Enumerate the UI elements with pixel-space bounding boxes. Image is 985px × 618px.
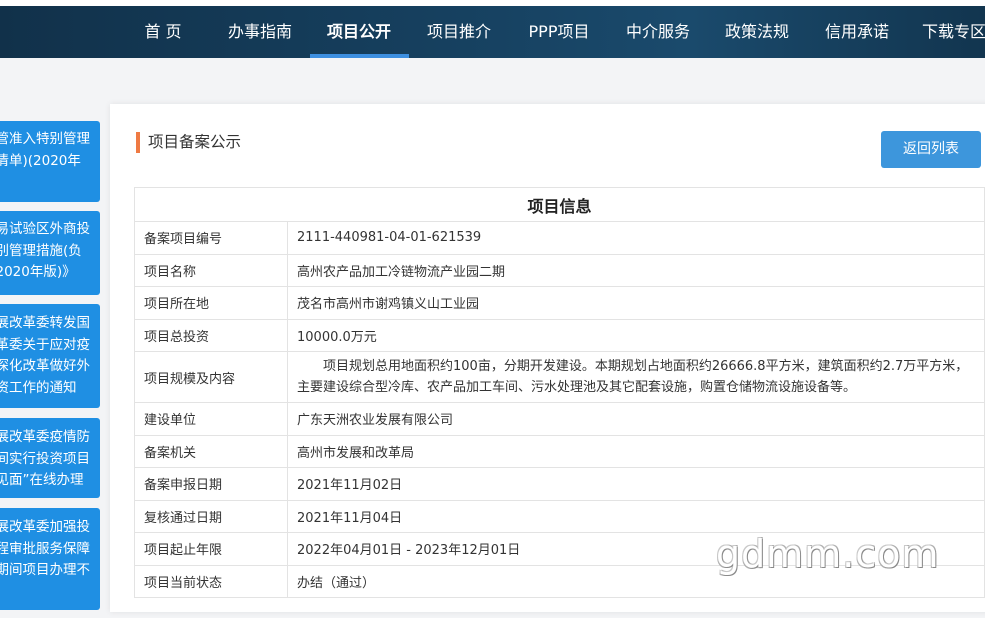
table-row: 备案机关 高州市发展和改革局	[134, 434, 985, 468]
sidebar-item-line: 清单)(2020年	[0, 152, 81, 169]
table-row: 项目总投资 10000.0万元	[134, 318, 985, 352]
top-nav-bar: 首 页 办事指南 项目公开 项目推介 PPP项目 中介服务 政策法规 信用承诺 …	[0, 0, 985, 58]
table-row: 备案项目编号 2111-440981-04-01-621539	[134, 221, 985, 255]
row-value: 高州市发展和改革局	[287, 434, 985, 468]
table-row: 建设单位 广东天洲农业发展有限公司	[134, 402, 985, 436]
row-key: 项目规模及内容	[134, 351, 288, 403]
row-key: 建设单位	[134, 402, 288, 436]
row-value: 广东天洲农业发展有限公司	[287, 402, 985, 436]
nav-item-project-promo[interactable]: 项目推介	[425, 6, 493, 58]
row-key: 备案机关	[134, 434, 288, 468]
sidebar-item-2[interactable]: 易试验区外商投 别管理措施(负 2020年版)》	[0, 211, 100, 295]
sidebar-item-1[interactable]: 管准入特别管理 清单)(2020年	[0, 121, 100, 202]
nav-item-download[interactable]: 下载专区	[922, 6, 985, 58]
sidebar-item-line: 易试验区外商投	[0, 221, 90, 237]
row-value: 高州农产品加工冷链物流产业园二期	[287, 253, 985, 287]
site-watermark: gdmm.com	[716, 532, 940, 576]
row-value: 2021年11月02日	[287, 467, 985, 501]
sidebar-item-line: 展改革委转发国	[0, 315, 90, 331]
sidebar-item-line: 别管理措施(负	[0, 242, 82, 259]
row-key: 项目所在地	[134, 286, 288, 320]
sidebar-item-line: 期间项目办理不	[0, 562, 90, 578]
title-accent-bar	[136, 132, 140, 153]
sidebar-item-line: 展改革委疫情防	[0, 429, 90, 445]
sidebar-item-line: 间实行投资项目	[0, 450, 90, 467]
nav-item-ppp[interactable]: PPP项目	[526, 6, 592, 58]
sidebar-item-line: 深化改革做好外	[0, 358, 90, 374]
table-row: 项目所在地 茂名市高州市谢鸡镇义山工业园	[134, 286, 985, 320]
row-value: 2021年11月04日	[287, 499, 985, 533]
sidebar-item-line: 革委关于应对疫	[0, 336, 90, 353]
sidebar-item-line: 见面”在线办理	[0, 472, 84, 488]
row-key: 项目名称	[134, 253, 288, 287]
nav-item-agency[interactable]: 中介服务	[624, 6, 692, 58]
table-row: 项目名称 高州农产品加工冷链物流产业园二期	[134, 253, 985, 287]
nav-active-indicator	[310, 54, 409, 58]
sidebar-item-line: 2020年版)》	[0, 264, 76, 280]
table-row: 项目规模及内容 项目规划总用地面积约100亩，分期开发建设。本期规划占地面积约2…	[134, 351, 985, 403]
sidebar-item-line: 展改革委加强投	[0, 519, 90, 535]
nav-item-project-public[interactable]: 项目公开	[325, 6, 393, 58]
nav-item-policy[interactable]: 政策法规	[723, 6, 791, 58]
row-key: 复核通过日期	[134, 499, 288, 533]
row-key: 备案项目编号	[134, 221, 288, 255]
sidebar-item-line: 资工作的通知	[0, 379, 77, 396]
row-value: 10000.0万元	[287, 318, 985, 352]
card-title: 项目备案公示	[148, 133, 242, 151]
row-value: 2111-440981-04-01-621539	[287, 221, 985, 255]
sidebar-item-4[interactable]: 展改革委疫情防 间实行投资项目 见面”在线办理	[0, 418, 100, 498]
table-row: 复核通过日期 2021年11月04日	[134, 499, 985, 533]
table-row: 备案申报日期 2021年11月02日	[134, 467, 985, 501]
nav-item-guide[interactable]: 办事指南	[226, 6, 294, 58]
row-key: 项目当前状态	[134, 564, 288, 598]
row-value: 茂名市高州市谢鸡镇义山工业园	[287, 286, 985, 320]
sidebar-item-line: 管准入特别管理	[0, 131, 90, 147]
sidebar-item-5[interactable]: 展改革委加强投 程审批服务保障 期间项目办理不	[0, 508, 100, 610]
row-value: 项目规划总用地面积约100亩，分期开发建设。本期规划占地面积约26666.8平方…	[287, 351, 985, 403]
row-key: 项目总投资	[134, 318, 288, 352]
row-key: 项目起止年限	[134, 532, 288, 566]
sidebar-item-line: 程审批服务保障	[0, 540, 90, 557]
nav-item-credit[interactable]: 信用承诺	[823, 6, 891, 58]
table-header: 项目信息	[134, 187, 985, 222]
row-key: 备案申报日期	[134, 467, 288, 501]
nav-item-home[interactable]: 首 页	[143, 6, 183, 58]
table-header-row: 项目信息	[134, 187, 985, 222]
back-to-list-button[interactable]: 返回列表	[881, 131, 981, 168]
sidebar-item-3[interactable]: 展改革委转发国 革委关于应对疫 深化改革做好外 资工作的通知	[0, 304, 100, 408]
